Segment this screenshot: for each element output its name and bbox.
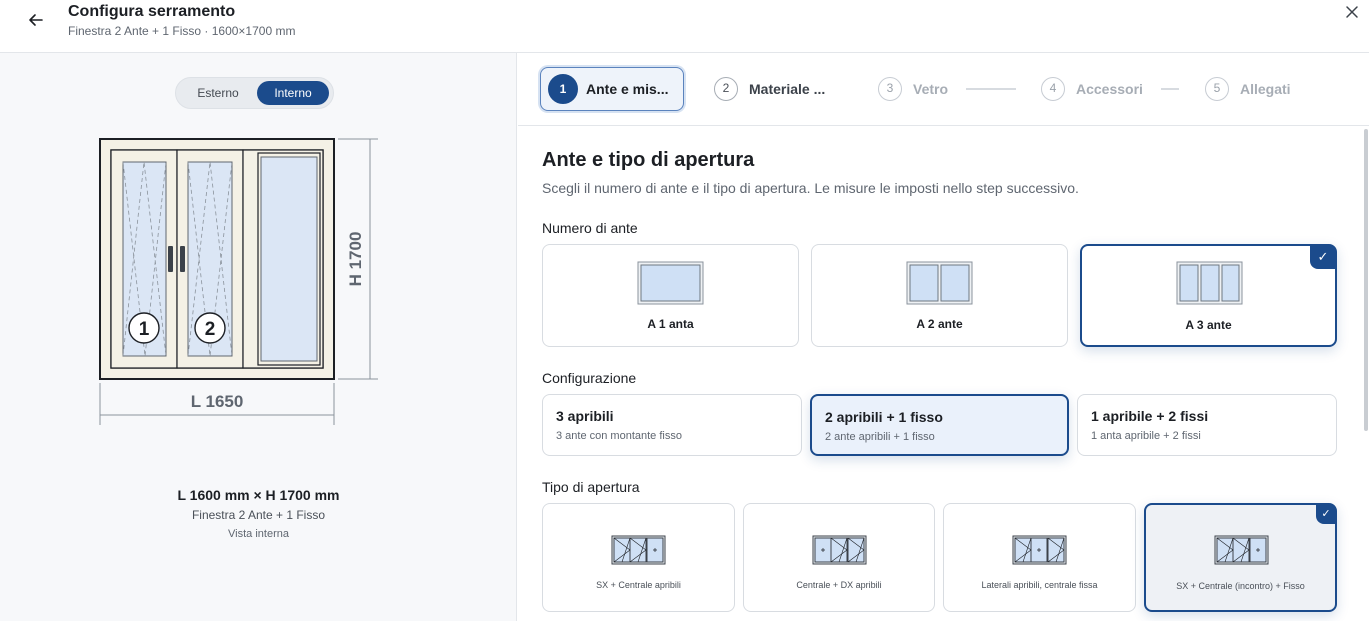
section-description: Scegli il numero di ante e il tipo di ap… xyxy=(542,180,1079,196)
window-type-icon xyxy=(611,535,666,565)
width-label: L 1650 xyxy=(191,392,244,411)
config-option-title: 1 apribile + 2 fissi xyxy=(1091,408,1209,424)
config-option-subtitle: 2 ante apribili + 1 fisso xyxy=(825,431,935,443)
ante-option-label: A 1 anta xyxy=(647,317,694,331)
summary-type: Finestra 2 Ante + 1 Fisso xyxy=(191,508,326,522)
step-label: Vetro xyxy=(913,81,949,97)
step-label: Allegati xyxy=(1240,81,1291,97)
step-number: 5 xyxy=(1205,77,1229,101)
tipo-option-label: SX + Centrale apribili xyxy=(596,580,681,590)
tipo-option-3[interactable]: Laterali apribili, centrale fissa xyxy=(943,503,1136,612)
window-type-icon xyxy=(1214,535,1269,565)
view-toggle-interno[interactable]: Interno xyxy=(257,81,329,105)
config-panel: 1 Ante e mis... 2 Materiale ... 3 Vetro … xyxy=(518,53,1369,621)
step-number: 4 xyxy=(1041,77,1065,101)
configurazione-label: Configurazione xyxy=(542,370,637,386)
step-number: 3 xyxy=(878,77,902,101)
preview-panel: Esterno Interno 1 2 L 1650 H 1700 L 1600… xyxy=(0,53,517,621)
step-4[interactable]: 4 Accessori xyxy=(1041,67,1143,111)
step-1[interactable]: 1 Ante e mis... xyxy=(540,67,684,111)
ante-option-2[interactable]: A 2 ante xyxy=(811,244,1068,347)
one-sash-icon xyxy=(637,261,704,305)
tipo-option-1[interactable]: SX + Centrale apribili xyxy=(542,503,735,612)
ante-option-label: A 3 ante xyxy=(1185,318,1232,332)
page-title: Configura serramento xyxy=(68,3,236,20)
step-connector xyxy=(966,88,1016,90)
config-option-title: 2 apribili + 1 fisso xyxy=(825,409,943,425)
ante-option-1[interactable]: A 1 anta xyxy=(542,244,799,347)
section-title: Ante e tipo di apertura xyxy=(542,149,755,171)
page-subtitle: Finestra 2 Ante + 1 Fisso · 1600×1700 mm xyxy=(68,24,296,38)
sash-number-2: 2 xyxy=(205,319,216,340)
config-option-subtitle: 1 anta apribile + 2 fissi xyxy=(1091,430,1201,442)
arrow-left-icon[interactable] xyxy=(26,10,46,30)
summary-dimensions: L 1600 mm × H 1700 mm xyxy=(177,487,340,503)
sash-number-1: 1 xyxy=(139,319,150,340)
header: Configura serramento Finestra 2 Ante + 1… xyxy=(0,0,1369,53)
tipo-option-2[interactable]: Centrale + DX apribili xyxy=(743,503,935,612)
tipo-apertura-label: Tipo di apertura xyxy=(542,479,640,495)
tipo-option-4[interactable]: SX + Centrale (incontro) + Fisso ✓ xyxy=(1144,503,1337,612)
step-3[interactable]: 3 Vetro xyxy=(878,67,948,111)
view-toggle-esterno[interactable]: Esterno xyxy=(181,81,255,105)
step-label: Accessori xyxy=(1076,81,1143,97)
two-sash-icon xyxy=(906,261,973,305)
check-icon: ✓ xyxy=(1316,504,1336,524)
config-option-subtitle: 3 ante con montante fisso xyxy=(556,430,682,442)
config-option-2[interactable]: 2 apribili + 1 fisso 2 ante apribili + 1… xyxy=(810,394,1069,456)
scrollbar-thumb[interactable] xyxy=(1364,129,1368,431)
window-type-icon xyxy=(1012,535,1067,565)
height-label: H 1700 xyxy=(346,232,365,287)
step-number: 1 xyxy=(548,74,578,104)
step-number: 2 xyxy=(714,77,738,101)
config-option-1[interactable]: 3 apribili 3 ante con montante fisso xyxy=(542,394,802,456)
view-toggle: Esterno Interno xyxy=(175,77,334,109)
step-connector xyxy=(1161,88,1179,90)
tipo-option-label: Centrale + DX apribili xyxy=(796,580,882,590)
ante-option-label: A 2 ante xyxy=(916,317,963,331)
step-5[interactable]: 5 Allegati xyxy=(1205,67,1291,111)
three-sash-icon xyxy=(1176,261,1243,305)
check-icon: ✓ xyxy=(1310,245,1336,269)
config-option-title: 3 apribili xyxy=(556,408,614,424)
ante-option-3[interactable]: A 3 ante ✓ xyxy=(1080,244,1337,347)
step-label: Materiale ... xyxy=(749,81,826,97)
tipo-option-label: Laterali apribili, centrale fissa xyxy=(981,580,1098,590)
tipo-option-label: SX + Centrale (incontro) + Fisso xyxy=(1176,581,1305,591)
config-option-3[interactable]: 1 apribile + 2 fissi 1 anta apribile + 2… xyxy=(1077,394,1337,456)
window-drawing: 1 2 L 1650 H 1700 xyxy=(99,138,378,425)
stepper: 1 Ante e mis... 2 Materiale ... 3 Vetro … xyxy=(518,53,1369,126)
step-2[interactable]: 2 Materiale ... xyxy=(714,67,825,111)
close-icon[interactable] xyxy=(1343,3,1361,21)
numero-ante-label: Numero di ante xyxy=(542,220,638,236)
step-label: Ante e mis... xyxy=(586,81,669,97)
window-type-icon xyxy=(812,535,867,565)
summary-view: Vista interna xyxy=(228,528,289,540)
